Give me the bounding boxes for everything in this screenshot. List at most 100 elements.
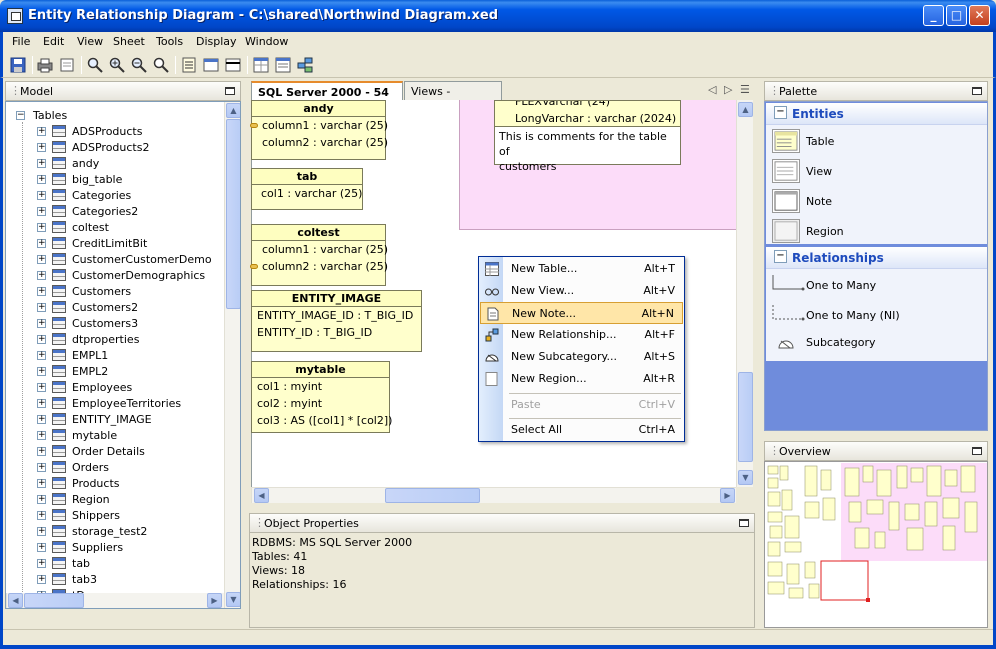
zoom-icon[interactable] [87, 57, 103, 73]
menu-item-select-all[interactable]: Select All Ctrl+A [480, 419, 683, 441]
display-columns-icon[interactable] [203, 57, 219, 73]
expand-icon[interactable]: + [37, 351, 46, 360]
entity-andy[interactable]: andy column1 : varchar (25) column2 : va… [250, 100, 388, 160]
expand-icon[interactable]: + [37, 383, 46, 392]
scroll-thumb[interactable] [24, 593, 84, 608]
expand-icon[interactable]: + [37, 159, 46, 168]
expand-icon[interactable]: + [37, 495, 46, 504]
scroll-thumb[interactable] [226, 119, 240, 309]
expand-icon[interactable]: + [37, 367, 46, 376]
save-icon[interactable] [10, 57, 26, 73]
entity-mytable[interactable]: mytable col1 : myint col2 : myint col3 :… [251, 361, 392, 433]
tab-views-northwind[interactable]: Views - Northwind [404, 81, 502, 111]
scroll-right-arrow[interactable]: ▶ [207, 593, 222, 608]
maximize-panel-icon[interactable] [225, 87, 235, 95]
menu-item-new-view[interactable]: New View... Alt+V [480, 280, 683, 302]
expand-icon[interactable]: + [37, 415, 46, 424]
scroll-left-arrow[interactable]: ◀ [8, 593, 23, 608]
tree-horizontal-scrollbar[interactable]: ◀ ▶ [6, 593, 224, 608]
expand-icon[interactable]: + [37, 175, 46, 184]
zoom-in-icon[interactable] [109, 57, 125, 73]
table-properties-icon[interactable] [181, 57, 197, 73]
maximize-panel-icon[interactable] [739, 519, 749, 527]
minimize-button[interactable]: _ [923, 5, 944, 26]
scroll-up-arrow[interactable]: ▲ [738, 102, 753, 117]
diagram-vertical-scrollbar[interactable]: ▲ ▼ [736, 100, 753, 487]
expand-icon[interactable]: + [37, 575, 46, 584]
tab-sql-server[interactable]: SQL Server 2000 - 54 [251, 81, 403, 100]
expand-icon[interactable]: + [37, 527, 46, 536]
expand-icon[interactable]: + [37, 223, 46, 232]
menu-item-new-table[interactable]: New Table... Alt+T [480, 258, 683, 280]
entity-tab[interactable]: tab col1 : varchar (25) [251, 168, 363, 210]
layout-icon[interactable] [275, 57, 291, 73]
menu-item-new-relationship[interactable]: New Relationship... Alt+F [480, 324, 683, 346]
entity-entity-image[interactable]: ENTITY_IMAGE ENTITY_IMAGE_ID : T_BIG_ID … [251, 290, 422, 352]
expand-icon[interactable]: + [37, 543, 46, 552]
expand-icon[interactable]: + [37, 335, 46, 344]
menu-sheet[interactable]: Sheet [113, 35, 145, 48]
expand-icon[interactable]: + [37, 255, 46, 264]
expand-icon[interactable]: + [37, 511, 46, 520]
tab-scroll-left-icon[interactable]: ◁ [708, 83, 716, 96]
scroll-thumb[interactable] [385, 488, 480, 503]
menu-item-new-region[interactable]: New Region... Alt+R [480, 368, 683, 390]
expand-icon[interactable]: + [37, 463, 46, 472]
tab-list-icon[interactable]: ☰ [740, 83, 750, 96]
palette-relationships-header[interactable]: Relationships [766, 247, 987, 269]
scroll-up-arrow[interactable]: ▲ [226, 103, 240, 118]
expand-icon[interactable]: + [37, 303, 46, 312]
scroll-down-arrow[interactable]: ▼ [738, 470, 753, 485]
expand-icon[interactable]: + [37, 239, 46, 248]
menu-display[interactable]: Display [196, 35, 237, 48]
expand-icon[interactable]: + [37, 127, 46, 136]
tree-vertical-scrollbar[interactable]: ▲ ▼ [224, 102, 240, 608]
network-icon[interactable] [297, 57, 313, 73]
palette-entities-header[interactable]: Entities [766, 103, 987, 125]
customers-entity[interactable]: FLEXVarchar (24) LongVarchar : varchar (… [494, 100, 681, 173]
expand-icon[interactable]: + [37, 447, 46, 456]
grid-icon[interactable] [253, 57, 269, 73]
expand-icon[interactable]: + [37, 319, 46, 328]
menu-file[interactable]: File [12, 35, 30, 48]
maximize-panel-icon[interactable] [972, 447, 982, 455]
expand-icon[interactable]: + [37, 207, 46, 216]
scroll-left-arrow[interactable]: ◀ [254, 488, 269, 503]
expand-icon[interactable]: + [37, 191, 46, 200]
table-icon [52, 141, 66, 153]
maximize-panel-icon[interactable] [972, 87, 982, 95]
expand-icon[interactable]: + [37, 271, 46, 280]
collapse-icon[interactable]: − [16, 111, 25, 120]
menu-window[interactable]: Window [245, 35, 288, 48]
expand-icon[interactable]: + [37, 479, 46, 488]
app-icon[interactable] [7, 8, 23, 24]
expand-icon[interactable]: + [37, 431, 46, 440]
diagram-horizontal-scrollbar[interactable]: ◀ ▶ [251, 487, 736, 503]
scroll-down-arrow[interactable]: ▼ [226, 592, 240, 607]
menu-edit[interactable]: Edit [43, 35, 64, 48]
close-button[interactable]: ✕ [969, 5, 990, 26]
menu-item-new-subcategory[interactable]: New Subcategory... Alt+S [480, 346, 683, 368]
overview-minimap[interactable] [764, 461, 988, 628]
expand-icon[interactable]: + [37, 399, 46, 408]
zoom-out-icon[interactable] [131, 57, 147, 73]
scroll-thumb[interactable] [738, 372, 753, 462]
menu-item-new-note[interactable]: New Note... Alt+N [480, 302, 683, 324]
scroll-right-arrow[interactable]: ▶ [720, 488, 735, 503]
page-setup-icon[interactable] [59, 57, 75, 73]
menu-view[interactable]: View [77, 35, 103, 48]
zoom-fit-icon[interactable] [153, 57, 169, 73]
window-border-bottom [0, 645, 996, 649]
expand-icon[interactable]: + [37, 143, 46, 152]
entity-coltest[interactable]: coltest column1 : varchar (25) column2 :… [250, 224, 388, 286]
menu-item-paste[interactable]: Paste Ctrl+V [480, 394, 683, 416]
menu-tools[interactable]: Tools [156, 35, 183, 48]
model-tree[interactable]: − Tables + ADSProducts + ADSProducts2 + andy +… [5, 101, 241, 609]
print-icon[interactable] [37, 57, 53, 73]
expand-icon[interactable]: + [37, 287, 46, 296]
tab-scroll-right-icon[interactable]: ▷ [724, 83, 732, 96]
expand-icon[interactable]: + [37, 559, 46, 568]
title-bar[interactable]: Entity Relationship Diagram - C:\shared\… [0, 0, 996, 32]
maximize-button[interactable]: □ [946, 5, 967, 26]
display-entity-icon[interactable] [225, 57, 241, 73]
